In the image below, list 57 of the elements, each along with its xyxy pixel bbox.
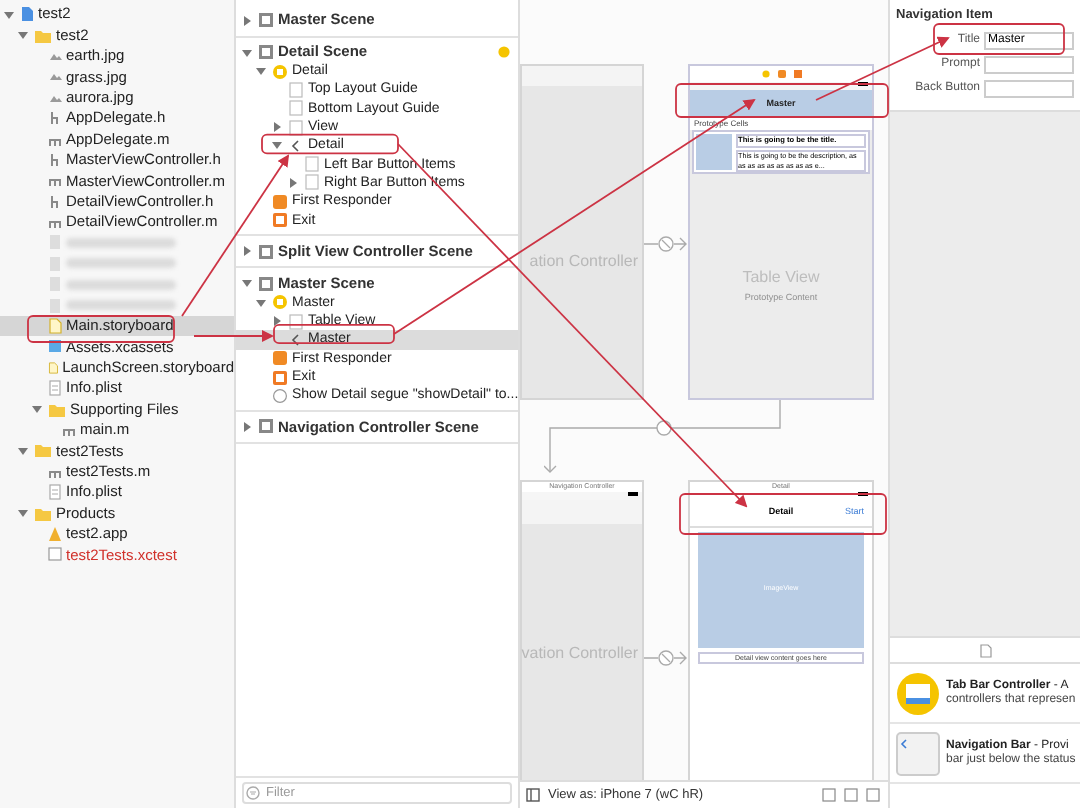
header-file-icon xyxy=(48,151,62,168)
sidebar-toggle-icon[interactable] xyxy=(526,788,540,802)
disclosure-triangle-icon[interactable] xyxy=(16,506,30,521)
text-field[interactable] xyxy=(984,56,1074,75)
chevron-left-icon xyxy=(288,137,304,154)
bundle-icon xyxy=(48,546,62,563)
blurred-text xyxy=(66,279,176,290)
segue-icon xyxy=(272,387,288,404)
exit-icon xyxy=(272,212,288,229)
segue-connector-icon xyxy=(644,234,688,254)
disclosure-triangle-icon[interactable] xyxy=(2,7,16,22)
filter-icon xyxy=(246,786,260,800)
navigation-bar-icon xyxy=(896,731,940,775)
folder-icon xyxy=(34,27,52,44)
storyboard-icon xyxy=(48,359,59,376)
plist-icon xyxy=(48,484,62,501)
header-file-icon xyxy=(48,193,62,210)
controller-dot-icon xyxy=(761,70,769,78)
disclosure-triangle-icon[interactable] xyxy=(286,175,300,190)
segue-connector-icon xyxy=(644,648,688,668)
disclosure-triangle-icon[interactable] xyxy=(16,28,30,43)
view-controller-icon xyxy=(272,63,288,80)
disclosure-triangle-icon[interactable] xyxy=(254,64,268,79)
disclosure-triangle-icon[interactable] xyxy=(270,120,284,135)
folder-icon xyxy=(34,505,52,522)
highlight-box xyxy=(261,133,399,155)
annotation-arrow xyxy=(193,330,274,342)
scene-icon xyxy=(258,418,274,435)
view-controller-icon xyxy=(272,294,288,311)
disclosure-triangle-icon[interactable] xyxy=(254,295,268,310)
chevron-left-icon xyxy=(288,331,304,348)
disclosure-triangle-icon[interactable] xyxy=(240,419,254,434)
blurred-text xyxy=(66,237,176,248)
folder-icon xyxy=(34,442,52,459)
blurred-text xyxy=(66,258,176,269)
cube-icon xyxy=(272,350,288,367)
project-icon xyxy=(20,6,34,23)
exit-icon xyxy=(272,369,288,385)
blurred-text xyxy=(66,300,176,311)
disclosure-triangle-icon[interactable] xyxy=(16,443,30,458)
tab-bar-controller-icon xyxy=(896,671,940,715)
text-field[interactable] xyxy=(984,80,1074,99)
app-icon xyxy=(48,525,62,542)
disclosure-triangle-icon[interactable] xyxy=(30,402,44,417)
disclosure-triangle-icon[interactable] xyxy=(240,276,254,291)
highlight-box xyxy=(933,23,1065,55)
disclosure-triangle-icon[interactable] xyxy=(270,314,284,329)
header-file-icon xyxy=(48,110,62,127)
folder-icon xyxy=(48,401,66,418)
disclosure-triangle-icon[interactable] xyxy=(240,13,254,27)
plist-icon xyxy=(48,380,62,397)
disclosure-triangle-icon[interactable] xyxy=(240,244,254,259)
cube-icon xyxy=(272,193,288,210)
storyboard-icon xyxy=(48,318,62,335)
disclosure-triangle-icon[interactable] xyxy=(270,138,284,153)
disclosure-triangle-icon[interactable] xyxy=(240,45,254,59)
cell-image-icon xyxy=(696,134,732,170)
